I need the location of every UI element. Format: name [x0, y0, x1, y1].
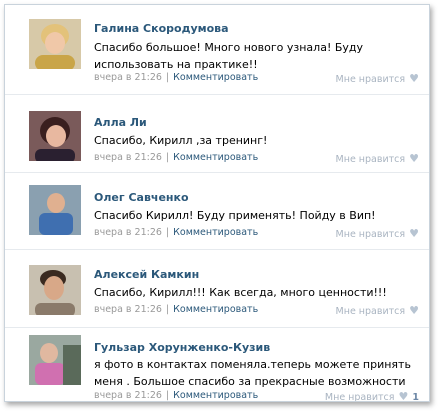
like-button[interactable]: Мне нравится ♥ 1	[324, 390, 419, 402]
like-count: 1	[412, 392, 419, 402]
reply-link[interactable]: Комментировать	[173, 390, 258, 401]
like-label: Мне нравится	[335, 154, 406, 165]
comment-meta: вчера в 21:26 | Комментировать	[94, 304, 258, 315]
heart-icon: ♥	[409, 227, 419, 240]
separator: |	[165, 227, 170, 238]
like-label: Мне нравится	[335, 306, 406, 317]
like-button[interactable]: Мне нравится ♥	[336, 227, 419, 240]
separator: |	[165, 72, 170, 83]
like-button[interactable]: Мне нравится ♥	[336, 72, 419, 85]
comment-item: Алексей Камкин Спасибо, Кирилл!!! Как вс…	[5, 250, 429, 328]
comment-time[interactable]: вчера в 21:26	[94, 304, 162, 315]
like-button[interactable]: Мне нравится ♥	[336, 152, 419, 165]
reply-link[interactable]: Комментировать	[173, 72, 258, 83]
comment-author[interactable]: Алла Ли	[94, 116, 147, 129]
avatar-photo-woman-dark-hair[interactable]	[29, 111, 81, 161]
comment-author[interactable]: Алексей Камкин	[94, 268, 199, 281]
reply-link[interactable]: Комментировать	[173, 227, 258, 238]
reply-link[interactable]: Комментировать	[173, 304, 258, 315]
heart-icon: ♥	[409, 152, 419, 165]
like-button[interactable]: Мне нравится ♥	[336, 304, 419, 317]
comment-item: Олег Савченко Спасибо Кирилл! Буду приме…	[5, 173, 429, 250]
comment-item: Гульзар Хорунженко-Кузив я фото в контак…	[5, 328, 429, 402]
comment-item: Галина Скородумова Спасибо большое! Мног…	[5, 5, 429, 95]
comment-meta: вчера в 21:26 | Комментировать	[94, 72, 258, 83]
separator: |	[165, 152, 170, 163]
comment-author[interactable]: Гульзар Хорунженко-Кузив	[94, 341, 270, 354]
heart-icon: ♥	[398, 390, 409, 402]
avatar-photo-man-smiling[interactable]	[29, 265, 81, 315]
comment-meta: вчера в 21:26 | Комментировать	[94, 227, 258, 238]
comment-meta: вчера в 21:26 | Комментировать	[94, 390, 258, 401]
avatar-photo-man-blue-shirt[interactable]	[29, 185, 81, 235]
comment-time[interactable]: вчера в 21:26	[94, 390, 162, 401]
comment-text: я фото в контактах поменяла.теперь может…	[94, 358, 411, 388]
separator: |	[165, 304, 170, 315]
avatar-photo-woman-pink[interactable]	[29, 335, 81, 385]
comment-author[interactable]: Олег Савченко	[94, 191, 189, 204]
comment-time[interactable]: вчера в 21:26	[94, 72, 162, 83]
like-label: Мне нравится	[335, 74, 406, 85]
heart-icon: ♥	[409, 72, 419, 85]
comment-text: Спасибо большое! Много нового узнала! Бу…	[94, 41, 364, 71]
heart-icon: ♥	[409, 304, 419, 317]
avatar-photo-woman-blonde[interactable]	[29, 19, 81, 69]
like-label: Мне нравится	[335, 229, 406, 240]
comment-item: Алла Ли Спасибо, Кирилл ,за тренинг! вче…	[5, 95, 429, 173]
separator: |	[165, 390, 170, 401]
comment-author[interactable]: Галина Скородумова	[94, 22, 229, 35]
comment-text: Спасибо, Кирилл ,за тренинг!	[94, 134, 268, 147]
like-label: Мне нравится	[324, 392, 395, 402]
comment-time[interactable]: вчера в 21:26	[94, 227, 162, 238]
comment-text: Спасибо Кирилл! Буду применять! Пойду в …	[94, 209, 376, 222]
comment-meta: вчера в 21:26 | Комментировать	[94, 152, 258, 163]
reply-link[interactable]: Комментировать	[173, 152, 258, 163]
comment-time[interactable]: вчера в 21:26	[94, 152, 162, 163]
comments-panel: Галина Скородумова Спасибо большое! Мног…	[4, 4, 430, 402]
comment-text: Спасибо, Кирилл!!! Как всегда, много цен…	[94, 286, 387, 299]
